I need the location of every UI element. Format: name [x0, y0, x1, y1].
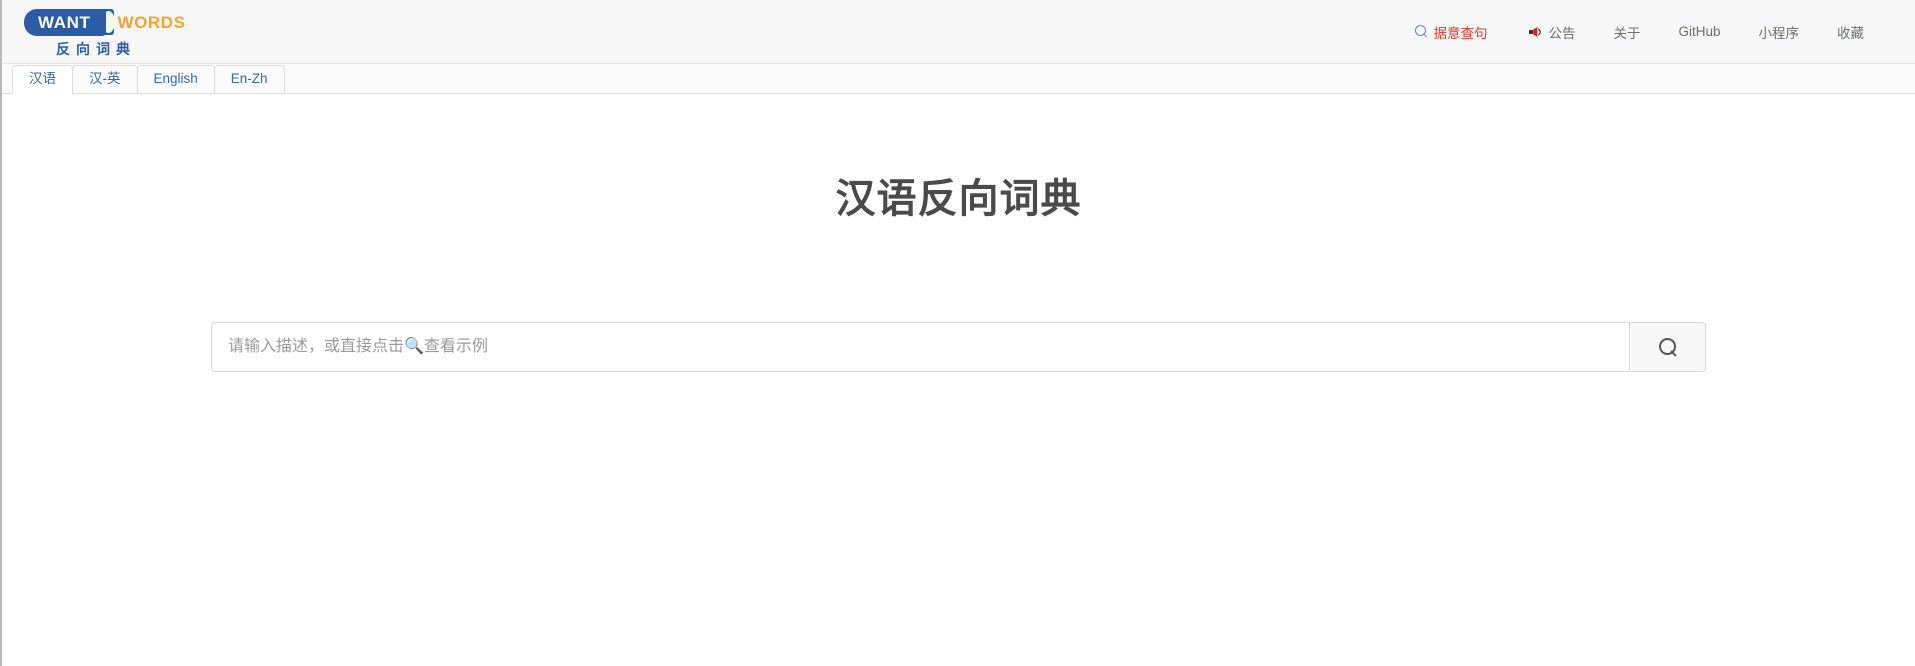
tab-han-ying[interactable]: 汉-英 — [72, 64, 138, 94]
nav-item-shoucang[interactable]: 收藏 — [1818, 18, 1883, 46]
nav-item-xiaochengxu[interactable]: 小程序 — [1740, 18, 1819, 46]
logo-want-text: WANT — [24, 8, 107, 36]
site-header: WANT WORDS 反向词典 据意查句 公告 关于 GitHub 小程序 收藏 — [2, 0, 1915, 64]
search-input[interactable] — [211, 322, 1630, 372]
nav-item-github[interactable]: GitHub — [1659, 20, 1739, 43]
nav-item-label: 小程序 — [1758, 25, 1800, 41]
tab-english[interactable]: English — [136, 64, 215, 94]
header-nav: 据意查句 公告 关于 GitHub 小程序 收藏 — [1396, 18, 1889, 46]
nav-item-juyichaju[interactable]: 据意查句 — [1396, 18, 1509, 46]
nav-item-gonggao[interactable]: 公告 — [1509, 18, 1594, 46]
nav-item-label: GitHub — [1678, 24, 1721, 39]
tab-en-zh[interactable]: En-Zh — [213, 64, 285, 94]
search-icon — [1415, 25, 1428, 38]
language-tabs: 汉语 汉-英 English En-Zh — [2, 64, 1915, 94]
main-content: 汉语反向词典 — [2, 94, 1915, 665]
search-icon — [1658, 337, 1678, 357]
search-button[interactable] — [1631, 322, 1706, 372]
logo-wordmark: WANT WORDS — [24, 8, 186, 36]
tabbar-container: 汉语 汉-英 English En-Zh — [2, 64, 1915, 94]
app-window: WANT WORDS 反向词典 据意查句 公告 关于 GitHub 小程序 收藏… — [0, 0, 1915, 666]
search-row — [2, 322, 1915, 372]
logo-words-text: WORDS — [117, 12, 186, 32]
megaphone-icon — [1528, 26, 1543, 38]
search-group — [211, 322, 1706, 372]
site-logo[interactable]: WANT WORDS 反向词典 — [24, 7, 186, 56]
nav-item-label: 关于 — [1613, 25, 1641, 41]
tab-hanyu[interactable]: 汉语 — [12, 64, 73, 94]
nav-item-guanyu[interactable]: 关于 — [1594, 18, 1659, 46]
nav-item-label: 据意查句 — [1433, 25, 1488, 41]
nav-item-label: 收藏 — [1837, 25, 1864, 41]
nav-item-label: 公告 — [1548, 25, 1576, 41]
logo-subtitle: 反向词典 — [56, 41, 136, 57]
page-title: 汉语反向词典 — [835, 177, 1082, 221]
